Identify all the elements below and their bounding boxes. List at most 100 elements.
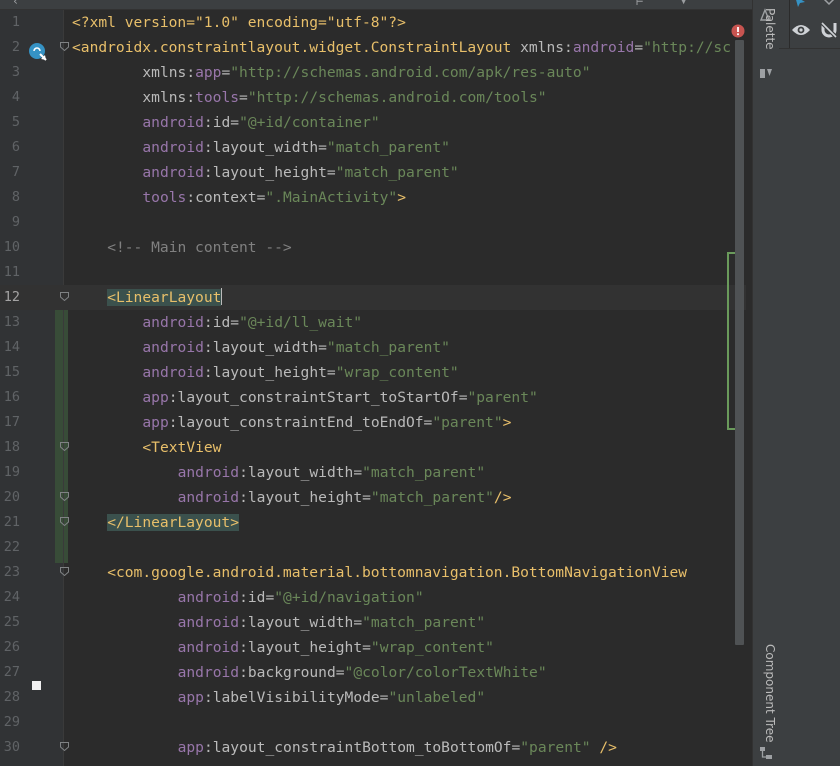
code-line[interactable]: 24 android:id="@+id/navigation" — [0, 585, 746, 610]
code-token: "unlabeled" — [388, 689, 486, 706]
fold-toggle-icon[interactable] — [60, 492, 69, 501]
code-line[interactable]: 25 android:layout_width="match_parent" — [0, 610, 746, 635]
code-line[interactable]: 3 xmlns:app="http://schemas.android.com/a… — [0, 60, 746, 85]
bookmark-icon[interactable] — [32, 681, 41, 690]
activity-gutter-icon[interactable] — [28, 42, 48, 62]
fold-toggle-icon[interactable] — [60, 442, 69, 451]
line-number: 2 — [11, 39, 20, 55]
eye-icon[interactable] — [791, 22, 811, 38]
line-number: 14 — [3, 339, 20, 355]
code-line[interactable]: 5 android:id="@+id/container" — [0, 110, 746, 135]
line-number: 16 — [3, 389, 20, 405]
code-line[interactable]: 21 </LinearLayout> — [0, 510, 746, 535]
code-line[interactable]: 26 android:layout_height="wrap_content" — [0, 635, 746, 660]
tab-component-tree[interactable]: Component Tree — [755, 644, 777, 742]
code-line[interactable]: 22 — [0, 535, 746, 560]
line-number: 21 — [3, 514, 20, 530]
toolbar-glyph-icon[interactable]: ⊢ — [636, 0, 643, 8]
code-line[interactable]: 19 android:layout_width="match_parent" — [0, 460, 746, 485]
code-line[interactable]: 7 android:layout_height="match_parent" — [0, 160, 746, 185]
code-line[interactable]: 10 <!-- Main content --> — [0, 235, 746, 260]
code-line[interactable]: 18 <TextView — [0, 435, 746, 460]
code-token: <?xml version="1.0" encoding="utf-8"?> — [72, 14, 406, 31]
code-line[interactable]: 27 android:background="@color/colorTextWh… — [0, 660, 746, 685]
editor-tab-strip: ‹ ⊢ ▾ — [0, 0, 752, 10]
code-text: android:id="@+id/ll_wait" — [142, 310, 362, 335]
line-number: 8 — [11, 189, 20, 205]
code-token: "parent" — [467, 389, 538, 406]
code-token: :context= — [186, 189, 266, 206]
code-text: <androidx.constraintlayout.widget.Constr… — [72, 35, 731, 60]
code-token: "http://sc — [643, 39, 732, 56]
code-editor[interactable]: 1 <?xml version="1.0" encoding="utf-8"?> 2… — [0, 10, 746, 766]
code-line[interactable]: 1 <?xml version="1.0" encoding="utf-8"?> — [0, 10, 746, 35]
vertical-scrollbar[interactable] — [735, 40, 744, 645]
code-line[interactable]: 11 — [0, 260, 746, 285]
fold-toggle-icon[interactable] — [60, 42, 69, 51]
code-line[interactable]: 16 app:layout_constraintStart_toStartOf="… — [0, 385, 746, 410]
line-number: 20 — [3, 489, 20, 505]
toolbar-dropdown-icon[interactable]: ▾ — [680, 0, 687, 8]
code-token: </LinearLayout> — [107, 514, 239, 531]
code-token: <TextView — [142, 439, 222, 456]
code-text: android:layout_width="match_parent" — [142, 135, 450, 160]
code-text: app:layout_constraintEnd_toEndOf="parent… — [142, 410, 511, 435]
error-indicator-icon[interactable] — [731, 24, 745, 38]
component-tree-icon[interactable] — [759, 746, 773, 760]
palette-tool-icon[interactable] — [759, 66, 773, 80]
code-line[interactable]: 14 android:layout_width="match_parent" — [0, 335, 746, 360]
line-number: 7 — [11, 164, 20, 180]
code-line[interactable]: 6 android:layout_width="match_parent" — [0, 135, 746, 160]
line-number: 28 — [3, 689, 20, 705]
code-line[interactable]: 4 xmlns:tools="http://schemas.android.com… — [0, 85, 746, 110]
code-token: "match_parent" — [326, 339, 450, 356]
code-line[interactable]: 30 app:layout_constraintBottom_toBottomOf… — [0, 735, 746, 760]
code-token: <com.google.android.material.bottomnavig… — [107, 564, 688, 581]
design-toolbar-panel — [779, 0, 840, 766]
code-line[interactable]: 9 — [0, 210, 746, 235]
toolbar-expand-icon[interactable] — [821, 0, 837, 8]
code-text: app:layout_constraintBottom_toBottomOf="… — [178, 735, 617, 760]
code-line[interactable]: 17 app:layout_constraintEnd_toEndOf="pare… — [0, 410, 746, 435]
code-token: xmlns: — [142, 64, 196, 81]
tab-palette[interactable]: Palette — [755, 8, 777, 50]
code-line[interactable]: 23 <com.google.android.material.bottomnav… — [0, 560, 746, 585]
line-number: 19 — [3, 464, 20, 480]
code-line[interactable]: 29 — [0, 710, 746, 735]
code-token: /> — [590, 739, 617, 756]
fold-toggle-icon[interactable] — [60, 567, 69, 576]
select-tool-icon[interactable] — [793, 0, 809, 8]
code-line[interactable]: 28 app:labelVisibilityMode="unlabeled" — [0, 685, 746, 710]
code-token: :layout_constraintBottom_toBottomOf= — [203, 739, 521, 756]
code-token: android — [177, 639, 240, 656]
code-text: <com.google.android.material.bottomnavig… — [107, 560, 687, 585]
code-line[interactable]: 2 <androidx.constraintlayout.widget.Const… — [0, 35, 746, 60]
code-text: xmlns:tools="http://schemas.android.com/… — [142, 85, 546, 110]
code-line[interactable]: 8 tools:context=".MainActivity"> — [0, 185, 746, 210]
code-line[interactable]: 13 android:id="@+id/ll_wait" — [0, 310, 746, 335]
code-text: android:layout_width="match_parent" — [178, 460, 486, 485]
line-number: 30 — [3, 739, 20, 755]
code-token: "http://schemas.android.com/apk/res-auto… — [230, 64, 591, 81]
code-text: android:background="@color/colorTextWhit… — [178, 660, 547, 685]
code-text: android:layout_height="wrap_content" — [178, 635, 494, 660]
code-token: android — [142, 364, 204, 381]
code-line[interactable]: 12 <LinearLayout — [0, 285, 746, 310]
code-token: :layout_width= — [203, 339, 327, 356]
tab-scroll-left-icon[interactable]: ‹ — [12, 0, 19, 8]
code-line[interactable]: 15 android:layout_height="wrap_content" — [0, 360, 746, 385]
code-line[interactable]: 20 android:layout_height="match_parent"/> — [0, 485, 746, 510]
magnet-icon[interactable] — [819, 20, 839, 40]
fold-toggle-icon[interactable] — [60, 742, 69, 751]
code-token: <androidx.constraintlayout.widget.Constr… — [72, 39, 521, 56]
fold-toggle-icon[interactable] — [60, 517, 69, 526]
fold-toggle-icon[interactable] — [60, 292, 69, 301]
code-token: tools — [142, 189, 187, 206]
code-token: :labelVisibilityMode= — [203, 689, 389, 706]
code-token: "parent" — [432, 414, 503, 431]
line-number: 11 — [3, 264, 20, 280]
code-text: xmlns:app="http://schemas.android.com/ap… — [142, 60, 590, 85]
code-token: > — [502, 414, 512, 431]
code-token: "@color/colorTextWhite" — [344, 664, 547, 681]
code-text: </LinearLayout> — [107, 510, 239, 535]
